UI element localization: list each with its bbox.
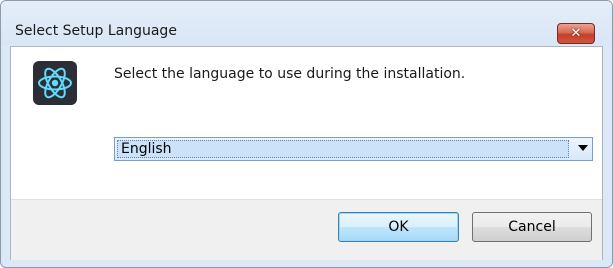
dialog-body: Select the language to use during the in… bbox=[10, 46, 603, 260]
title-bar[interactable]: Select Setup Language ✕ bbox=[1, 1, 612, 45]
chevron-down-icon bbox=[578, 145, 588, 151]
window-title: Select Setup Language bbox=[15, 23, 177, 39]
close-button[interactable]: ✕ bbox=[557, 23, 595, 44]
ok-button[interactable]: OK bbox=[338, 212, 459, 242]
cancel-button[interactable]: Cancel bbox=[472, 212, 592, 242]
language-select[interactable]: English bbox=[114, 137, 593, 161]
language-select-value: English bbox=[117, 140, 569, 158]
atom-icon bbox=[33, 61, 77, 105]
setup-language-dialog: Select Setup Language ✕ Select the langu… bbox=[0, 0, 613, 268]
close-icon: ✕ bbox=[570, 26, 582, 41]
instruction-text: Select the language to use during the in… bbox=[114, 66, 466, 82]
